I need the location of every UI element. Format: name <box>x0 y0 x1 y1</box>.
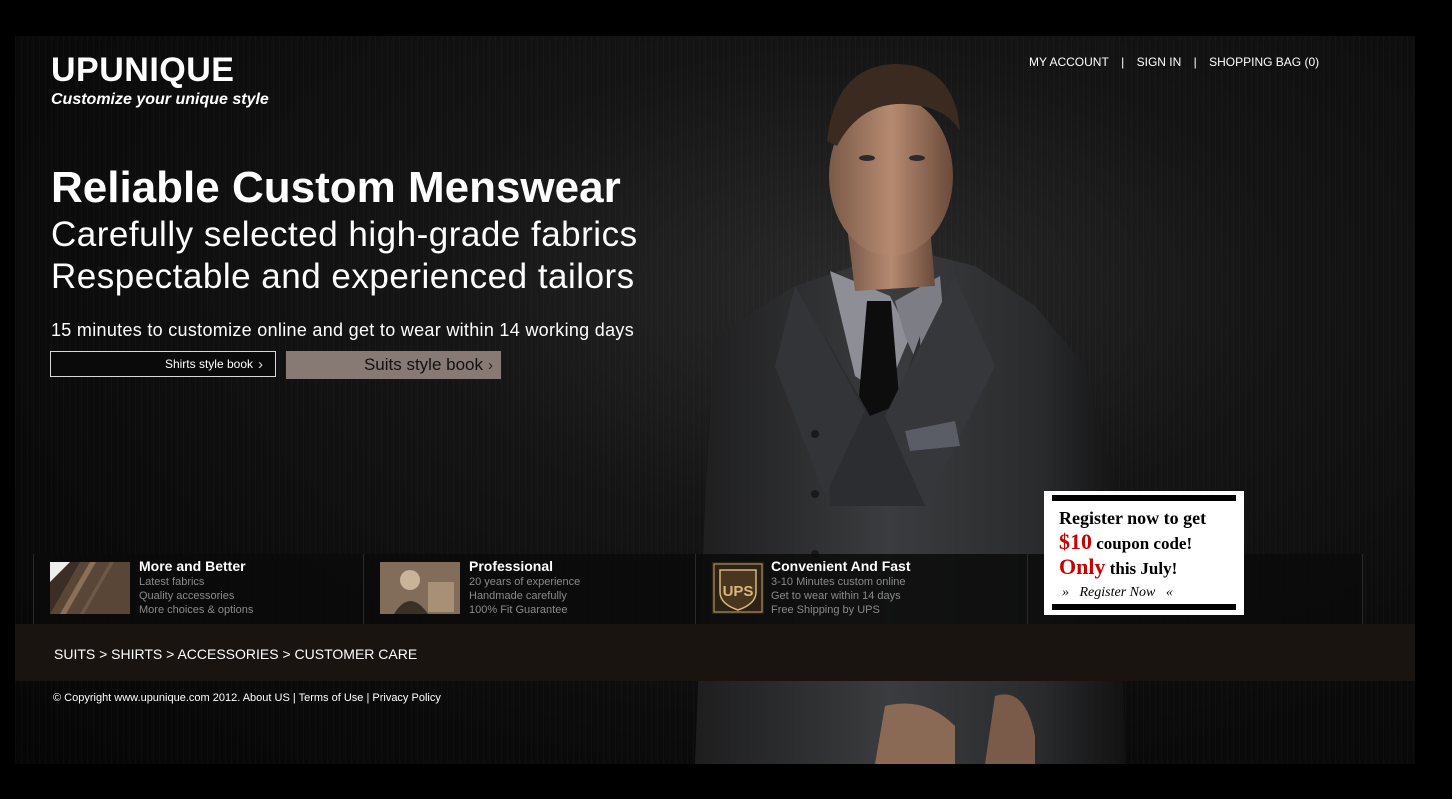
footer-separator: | <box>292 692 296 704</box>
privacy-policy-link[interactable]: Privacy Policy <box>372 692 440 704</box>
fabric-thumbnail-icon <box>50 562 130 614</box>
feature-title: More and Better <box>139 558 246 574</box>
promo-line-2: $10 coupon code! <box>1059 530 1206 555</box>
brand-name: UPUNIQUE <box>51 51 235 89</box>
feature-line: Latest fabrics <box>139 576 205 588</box>
promo-line-2-rest: coupon code! <box>1092 534 1193 553</box>
hero-copy: Reliable Custom Menswear Carefully selec… <box>51 162 638 298</box>
feature-convenient-and-fast: UPS Convenient And Fast 3-10 Minutes cus… <box>695 554 1028 624</box>
promo-top-bar <box>1052 495 1236 501</box>
hero-title: Reliable Custom Menswear <box>51 163 621 212</box>
copyright-text: © Copyright www.upunique.com 2012. <box>53 692 241 704</box>
chevron-right-icon: › <box>488 356 493 374</box>
register-promo-box[interactable]: Register now to get $10 coupon code! Onl… <box>1044 491 1244 615</box>
register-now-label: Register Now <box>1079 585 1156 600</box>
suits-style-book-button[interactable]: Suits style book › <box>286 351 501 379</box>
footer: © Copyright www.upunique.com 2012. About… <box>53 692 441 704</box>
feature-line: 20 years of experience <box>469 576 581 588</box>
feature-title: Professional <box>469 558 554 574</box>
promo-line-3-rest: this July! <box>1105 559 1178 578</box>
chevron-right-icon: › <box>258 355 263 373</box>
promo-line-1: Register now to get <box>1059 508 1207 528</box>
promo-amount: $10 <box>1059 529 1092 554</box>
feature-title: Convenient And Fast <box>771 558 911 574</box>
feature-line: Quality accessories <box>139 590 235 602</box>
shirts-style-book-label: Shirts style book <box>164 357 253 371</box>
hero-subtitle-1: Carefully selected high-grade fabrics <box>51 215 638 254</box>
cta-right-marker: « <box>1165 585 1173 600</box>
nav-separator: | <box>1121 55 1125 69</box>
register-now-link[interactable]: » Register Now « <box>1062 585 1173 601</box>
promo-line-3: Only this July! <box>1059 555 1206 580</box>
feature-line: Get to wear within 14 days <box>771 590 901 602</box>
hero-banner: UPUNIQUE Customize your unique style MY … <box>15 36 1415 764</box>
brand-tagline: Customize your unique style <box>51 91 269 108</box>
feature-line: 100% Fit Guarantee <box>469 604 568 616</box>
nav-separator: | <box>1193 55 1197 69</box>
feature-line: More choices & options <box>139 604 254 616</box>
category-nav[interactable]: SUITS > SHIRTS > ACCESSORIES > CUSTOMER … <box>54 646 417 662</box>
hero-note: 15 minutes to customize online and get t… <box>51 320 635 340</box>
tailor-thumbnail-icon <box>380 562 460 614</box>
shirts-style-book-button[interactable]: Shirts style book › <box>50 351 276 377</box>
category-bar: SUITS > SHIRTS > ACCESSORIES > CUSTOMER … <box>15 624 1415 681</box>
ups-logo-icon: UPS <box>712 562 764 614</box>
hero-subtitle-2: Respectable and experienced tailors <box>51 257 635 296</box>
footer-separator: | <box>366 692 370 704</box>
terms-of-use-link[interactable]: Terms of Use <box>299 692 364 704</box>
about-us-link[interactable]: About US <box>243 692 290 704</box>
cta-left-marker: » <box>1062 585 1069 600</box>
promo-bottom-bar <box>1052 604 1236 610</box>
my-account-link[interactable]: MY ACCOUNT <box>1029 55 1109 69</box>
sign-in-link[interactable]: SIGN IN <box>1137 55 1182 69</box>
feature-line: 3-10 Minutes custom online <box>771 576 906 588</box>
suits-style-book-label: Suits style book <box>363 355 483 374</box>
svg-text:UPS: UPS <box>723 583 754 600</box>
feature-line: Free Shipping by UPS <box>771 604 880 616</box>
feature-line: Handmade carefully <box>469 590 567 602</box>
promo-text: Register now to get $10 coupon code! Onl… <box>1059 507 1206 580</box>
top-nav: MY ACCOUNT | SIGN IN | SHOPPING BAG (0) <box>1029 55 1319 69</box>
feature-more-and-better: More and Better Latest fabrics Quality a… <box>33 554 364 624</box>
site-logo[interactable]: UPUNIQUE Customize your unique style <box>51 50 269 110</box>
feature-professional: Professional 20 years of experience Hand… <box>363 554 694 624</box>
shopping-bag-link[interactable]: SHOPPING BAG (0) <box>1209 55 1319 69</box>
promo-only: Only <box>1059 554 1106 579</box>
